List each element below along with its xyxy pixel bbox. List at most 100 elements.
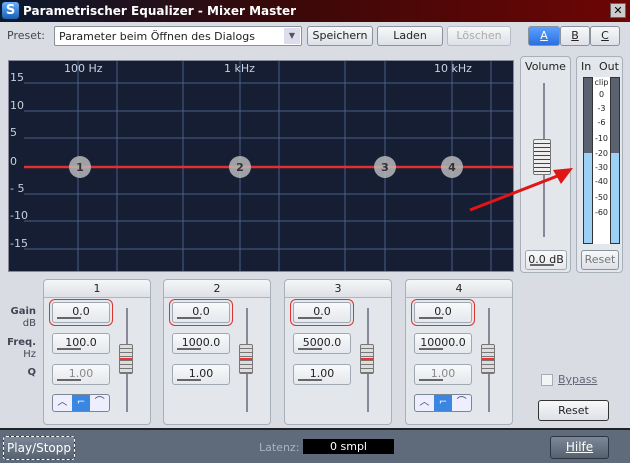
help-button[interactable]: Hilfe: [550, 436, 609, 459]
meter-reset-button[interactable]: Reset: [581, 250, 619, 270]
q-field[interactable]: 1.00: [172, 364, 230, 385]
meter-scale-label: -40: [594, 177, 609, 186]
high-shelf-filter-icon[interactable]: ⌐: [433, 395, 453, 411]
freq-tick-label: 1 kHz: [224, 62, 255, 75]
help-label: Hilfe: [565, 440, 594, 454]
chevron-down-icon[interactable]: ▼: [284, 28, 300, 44]
low-pass-filter-icon[interactable]: ⌒: [452, 395, 471, 411]
eq-graph-svg[interactable]: 15 10 5 0 - 5 -10 -15 100 Hz 1 kHz 10 kHz 1 2 3 4: [9, 61, 514, 272]
gain-tick-label: 10: [10, 99, 24, 112]
meter-reset-label: Reset: [584, 253, 616, 266]
bottom-bar: Play/Stopp Latenz: 0 smpl Hilfe: [0, 428, 630, 463]
band-node-label: 2: [236, 161, 244, 174]
q-field[interactable]: 1.00: [52, 364, 110, 385]
filter-type-selector[interactable]: ︿ ⌐ ⌒: [52, 394, 110, 412]
peak-filter-icon[interactable]: ︿: [415, 395, 434, 411]
delete-label: Löschen: [456, 29, 502, 42]
play-stop-label: Play/Stopp: [7, 441, 71, 455]
bypass-label[interactable]: Bypass: [558, 373, 597, 386]
output-level-meter: [610, 77, 620, 244]
meter-scale: clip 0 -3 -6 -10 -20 -30 -40 -50 -60: [593, 77, 610, 244]
freq-field[interactable]: 5000.0: [293, 333, 351, 354]
gain-slider-thumb[interactable]: [239, 344, 253, 374]
preset-a-button[interactable]: A: [528, 26, 560, 46]
freq-field[interactable]: 1000.0: [172, 333, 230, 354]
preset-c-button[interactable]: C: [590, 26, 620, 46]
meter-scale-label: -60: [594, 208, 609, 217]
close-icon[interactable]: ✕: [610, 3, 626, 18]
gain-tick-label: 5: [10, 126, 17, 139]
filter-type-selector[interactable]: ︿ ⌐ ⌒: [414, 394, 472, 412]
save-label: Speichern: [312, 29, 368, 42]
gain-field[interactable]: 0.0: [293, 302, 351, 323]
meter-panel: In Out clip 0 -3 -6 -10 -20 -30 -40 -50 -60 Reset: [576, 56, 623, 273]
preset-label: Preset:: [7, 29, 46, 42]
load-button[interactable]: Laden: [377, 26, 443, 46]
reset-button[interactable]: Reset: [538, 400, 609, 421]
gain-field[interactable]: 0.0: [414, 302, 472, 323]
input-level-meter: [583, 77, 593, 244]
meter-out-label: Out: [599, 60, 619, 73]
gain-tick-label: -10: [10, 209, 28, 222]
meter-in-label: In: [581, 60, 592, 73]
bypass-text: Bypass: [558, 373, 598, 386]
band-node-label: 3: [381, 161, 389, 174]
meter-scale-label: -50: [594, 193, 609, 202]
q-field[interactable]: 1.00: [414, 364, 472, 385]
gain-tick-label: -15: [10, 237, 28, 250]
reset-label: Reset: [558, 404, 589, 417]
preset-value: Parameter beim Öffnen des Dialogs: [59, 30, 255, 43]
band-node-label: 4: [448, 161, 456, 174]
band-1-panel: 1 0.0 100.0 1.00 ︿ ⌐ ⌒: [43, 279, 151, 425]
freq-label: Freq.: [7, 337, 36, 348]
gain-unit: dB: [22, 318, 36, 329]
meter-scale-label: -10: [594, 134, 609, 143]
meter-scale-label: -6: [597, 118, 606, 127]
freq-field[interactable]: 10000.0: [414, 333, 472, 354]
meter-scale-label: clip: [594, 78, 609, 87]
band-title: 1: [44, 280, 150, 298]
meter-scale-label: -3: [597, 104, 606, 113]
peak-filter-icon[interactable]: ︿: [53, 395, 72, 411]
high-pass-filter-icon[interactable]: ⌒: [90, 395, 109, 411]
preset-dropdown[interactable]: Parameter beim Öffnen des Dialogs ▼: [54, 26, 302, 46]
play-stop-button[interactable]: Play/Stopp: [3, 436, 75, 460]
volume-title: Volume: [525, 60, 566, 73]
latency-value: 0 smpl: [303, 439, 394, 454]
meter-scale-label: -30: [594, 163, 609, 172]
preset-b-button[interactable]: B: [560, 26, 590, 46]
gain-label: Gain: [10, 306, 36, 317]
freq-field[interactable]: 100.0: [52, 333, 110, 354]
title-bar: S Parametrischer Equalizer - Mixer Maste…: [0, 0, 630, 22]
gain-tick-label: - 5: [10, 182, 24, 195]
latency-label: Latenz:: [259, 441, 300, 454]
q-label: Q: [27, 367, 36, 378]
bypass-checkbox[interactable]: [541, 374, 553, 386]
gain-field[interactable]: 0.0: [52, 302, 110, 323]
a-label: A: [540, 29, 548, 42]
gain-tick-label: 15: [10, 71, 24, 84]
delete-button[interactable]: Löschen: [447, 26, 511, 46]
q-field[interactable]: 1.00: [293, 364, 351, 385]
band-4-panel: 4 0.0 10000.0 1.00 ︿ ⌐ ⌒: [405, 279, 513, 425]
volume-value[interactable]: 0.0 dB: [525, 250, 567, 270]
annotation-arrow: [469, 168, 573, 212]
freq-tick-label: 100 Hz: [64, 62, 103, 75]
gain-slider-thumb[interactable]: [119, 344, 133, 374]
freq-tick-label: 10 kHz: [434, 62, 472, 75]
app-logo-icon: S: [2, 2, 19, 19]
band-title: 2: [164, 280, 270, 298]
load-label: Laden: [393, 29, 427, 42]
eq-curve-graph[interactable]: 15 10 5 0 - 5 -10 -15 100 Hz 1 kHz 10 kHz 1 2 3 4: [8, 60, 514, 272]
meter-scale-label: -20: [594, 149, 609, 158]
gain-slider-thumb[interactable]: [360, 344, 374, 374]
input-level-fill: [584, 153, 592, 243]
meter-scale-label: 0: [598, 90, 605, 99]
band-title: 3: [285, 280, 391, 298]
band-node-label: 1: [76, 161, 84, 174]
low-shelf-filter-icon[interactable]: ⌐: [71, 395, 91, 411]
save-button[interactable]: Speichern: [307, 26, 373, 46]
gain-field[interactable]: 0.0: [172, 302, 230, 323]
band-2-panel: 2 0.0 1000.0 1.00: [163, 279, 271, 425]
gain-slider-thumb[interactable]: [481, 344, 495, 374]
